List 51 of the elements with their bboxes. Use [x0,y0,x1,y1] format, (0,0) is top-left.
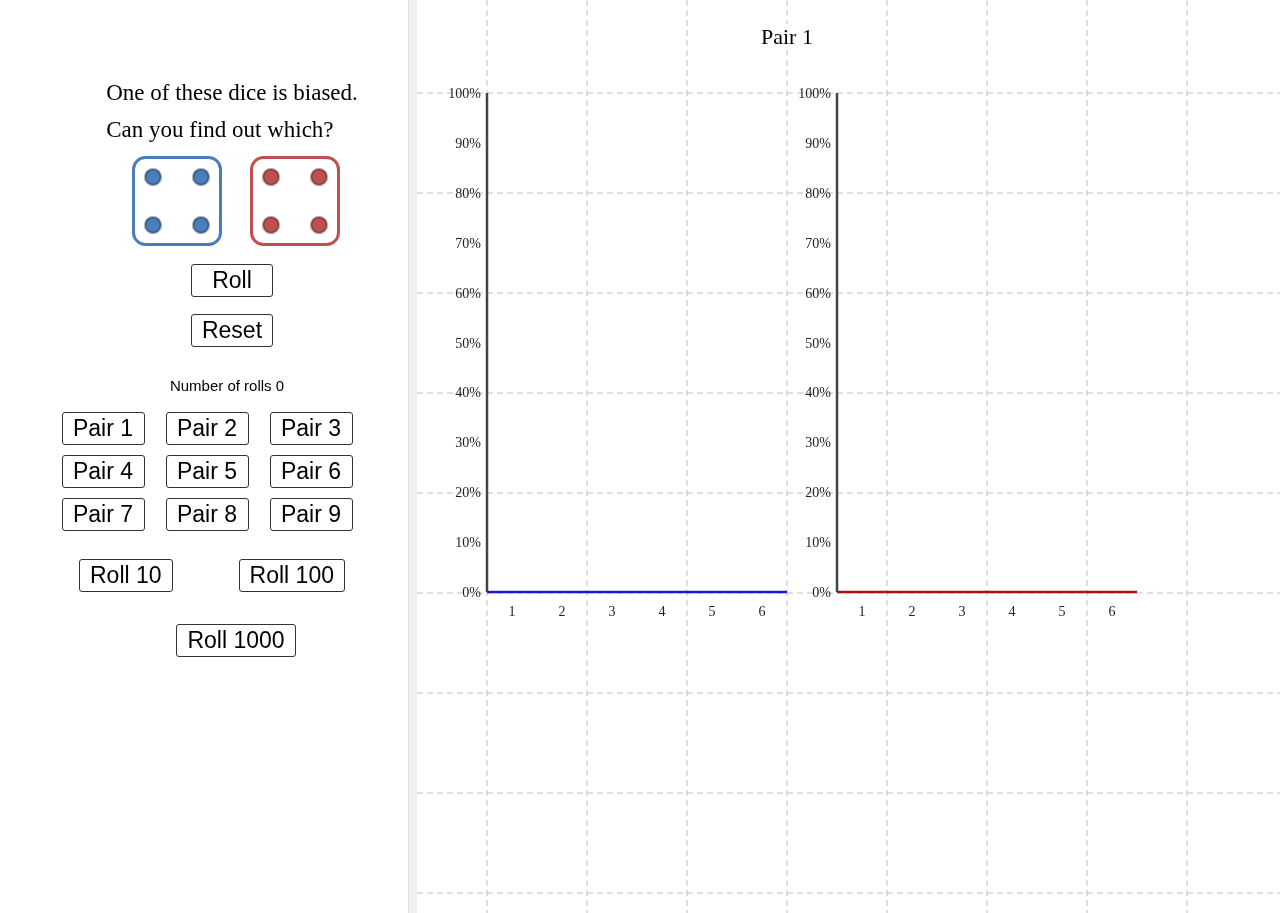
x-tick-label: 3 [608,604,616,619]
pair-button[interactable]: Pair 9 [269,498,353,531]
y-tick-label: 10% [455,535,481,551]
pair-button[interactable]: Pair 7 [61,498,145,531]
y-tick-label: 0% [462,585,481,600]
y-tick-label: 50% [455,335,481,351]
y-tick-label: 20% [455,485,481,501]
pair-button[interactable]: Pair 2 [165,412,249,445]
y-tick-label: 70% [455,235,481,251]
y-tick-label: 60% [455,285,481,301]
y-tick-label: 0% [812,585,831,600]
pair-button[interactable]: Pair 5 [165,455,249,488]
x-tick-label: 4 [658,604,666,619]
y-tick-label: 10% [805,535,831,551]
roll-control-button[interactable]: Roll [191,264,273,297]
y-tick-label: 40% [805,385,831,401]
x-tick-label: 6 [1108,604,1116,619]
pair-button[interactable]: Pair 3 [269,412,353,445]
intro-text: One of these dice is biased. [106,79,358,107]
x-tick-label: 2 [558,604,566,619]
pair-button[interactable]: Pair 4 [61,455,145,488]
y-tick-label: 50% [805,335,831,351]
y-tick-label: 30% [455,435,481,451]
y-tick-label: 60% [805,285,831,301]
intro-text: Can you find out which? [106,116,335,144]
roll-button[interactable]: Roll 10 [79,559,173,592]
y-tick-label: 100% [448,86,481,101]
y-tick-label: 20% [805,485,831,501]
x-tick-label: 5 [708,604,716,619]
y-tick-label: 40% [455,385,481,401]
y-tick-label: 30% [805,435,831,451]
pair-button[interactable]: Pair 8 [165,498,249,531]
y-tick-label: 80% [455,185,481,201]
roll-button[interactable]: Roll 1000 [176,624,296,657]
x-tick-label: 6 [758,604,766,619]
y-tick-label: 80% [805,185,831,201]
pair-button[interactable]: Pair 6 [269,455,353,488]
x-tick-label: 2 [908,604,916,619]
pair-button[interactable]: Pair 1 [61,412,145,445]
roll-count-text: Number of rolls 0 [169,377,285,394]
roll-control-button[interactable]: Reset [190,314,274,347]
y-tick-label: 100% [798,86,831,101]
roll-button[interactable]: Roll 100 [238,559,345,592]
x-tick-label: 5 [1058,604,1066,619]
x-tick-label: 1 [508,604,516,619]
x-tick-label: 4 [1008,604,1016,619]
y-tick-label: 70% [805,235,831,251]
x-tick-label: 1 [858,604,866,619]
y-tick-label: 90% [805,135,831,151]
y-tick-label: 90% [455,135,481,151]
x-tick-label: 3 [958,604,966,619]
